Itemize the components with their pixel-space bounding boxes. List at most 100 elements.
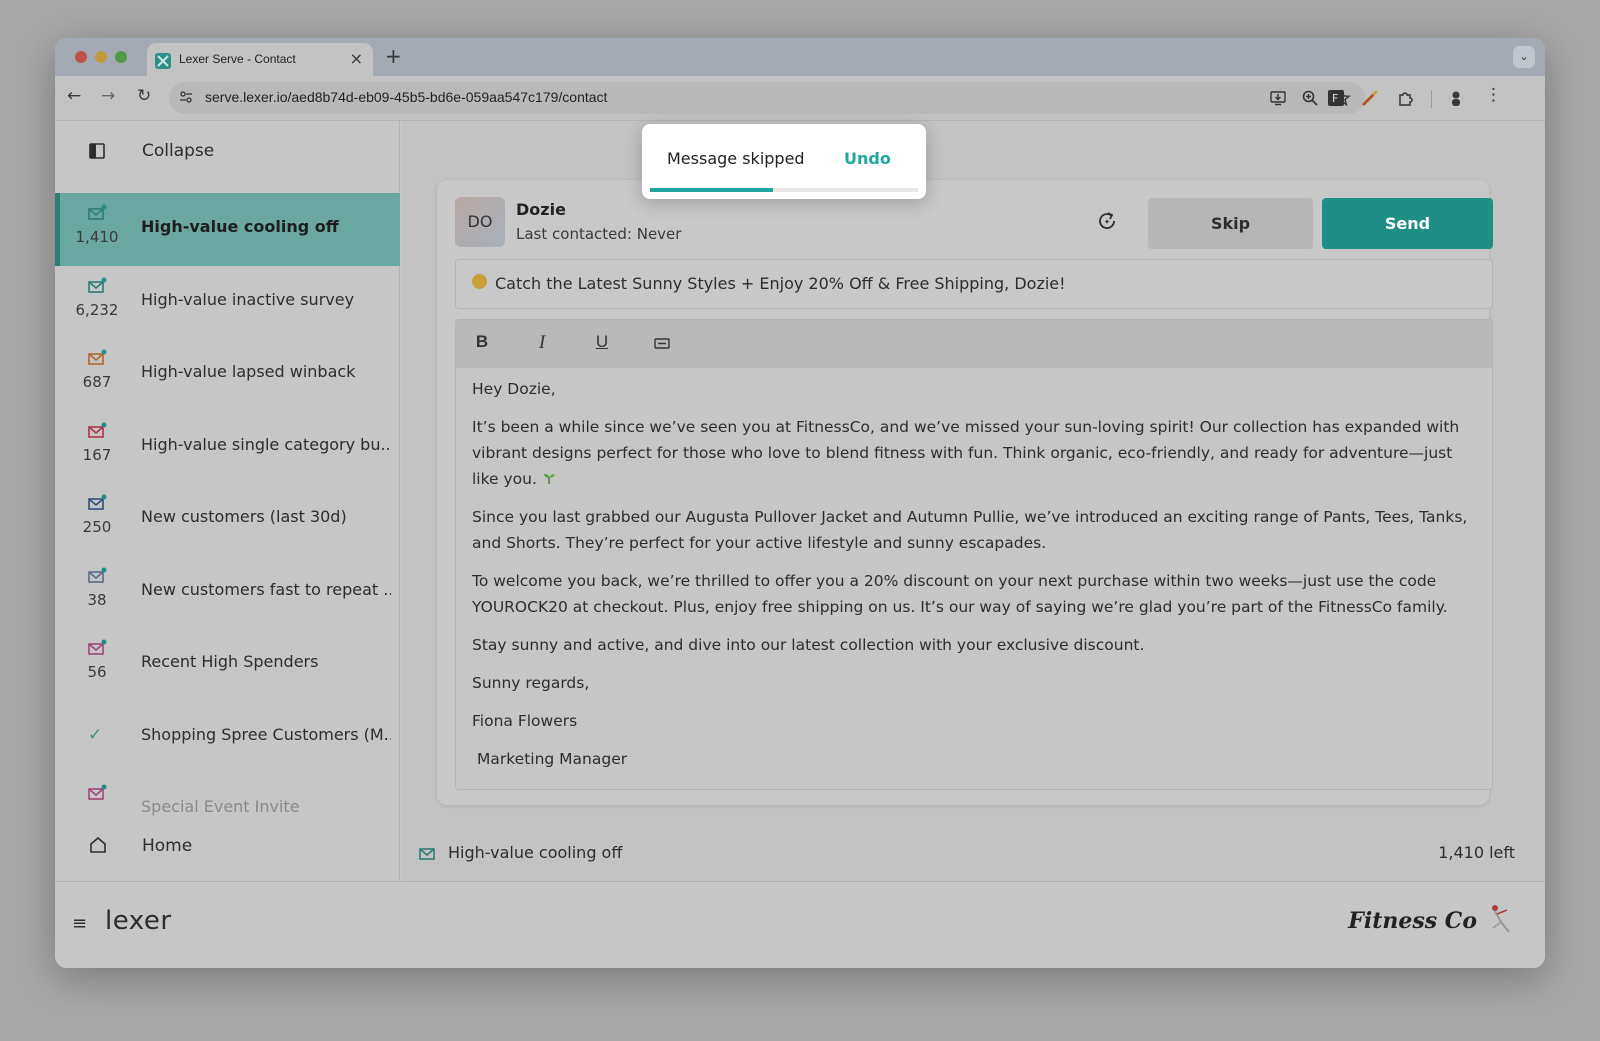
collapse-label: Collapse <box>142 141 215 161</box>
send-button[interactable]: Send <box>1322 198 1493 249</box>
sidebar-item-high-value-inactive-survey[interactable]: 6,232 High-value inactive survey <box>55 266 400 339</box>
toast-progress-fill <box>650 188 774 192</box>
back-arrow-icon[interactable]: ← <box>67 86 81 106</box>
sidebar-item-recent-high-spenders[interactable]: 56 Recent High Spenders <box>55 628 400 701</box>
toast-message: Message skipped <box>667 149 805 168</box>
segment-list: 1,410 High-value cooling off 6,232 High-… <box>55 193 400 846</box>
subject-field[interactable]: Catch the Latest Sunny Styles + Enjoy 20… <box>455 259 1493 309</box>
home-icon <box>90 836 106 853</box>
email-paragraph: Stay sunny and active, and dive into our… <box>472 636 1145 654</box>
last-contacted: Last contacted: Never <box>516 225 682 243</box>
segment-count: 56 <box>87 663 107 681</box>
forward-arrow-icon[interactable]: → <box>101 86 115 106</box>
profile-avatar-icon[interactable] <box>1447 89 1465 107</box>
contact-avatar: DO <box>455 197 505 247</box>
italic-button[interactable]: I <box>530 332 554 356</box>
seedling-emoji-icon <box>543 474 555 484</box>
segment-label: Shopping Spree Customers (M... <box>141 724 391 744</box>
new-tab-button[interactable]: + <box>385 44 402 68</box>
sidebar-item-high-value-single-category[interactable]: 167 High-value single category bu... <box>55 411 400 484</box>
brand-figure-icon <box>1492 905 1510 933</box>
underline-button[interactable]: U <box>590 332 614 356</box>
tab-search-button[interactable]: ⌄ <box>1513 46 1535 68</box>
segment-count: 1,410 <box>75 228 119 246</box>
email-signoff: Sunny regards, <box>472 674 590 692</box>
sidebar: Collapse 1,410 High-value cooling off 6,… <box>55 121 400 881</box>
fitness-co-logo: Fitness Co <box>1348 908 1477 934</box>
segment-label: Special Event Invite <box>141 797 300 816</box>
current-segment-name: High-value cooling off <box>448 843 623 862</box>
pen-extension-icon[interactable] <box>1361 89 1379 107</box>
toast-notification: Message skipped Undo <box>642 124 926 199</box>
mail-icon <box>88 204 107 220</box>
browser-toolbar: ← → ↻ serve.lexer.io/aed8b74d-eb09-45b5-… <box>55 76 1545 121</box>
home-label: Home <box>142 836 193 856</box>
sender-title: Marketing Manager <box>477 750 628 768</box>
mail-icon <box>88 349 107 365</box>
browser-menu-icon[interactable]: ⋮ <box>1485 85 1502 105</box>
extension-f-icon[interactable]: F <box>1327 89 1345 107</box>
undo-button[interactable]: Undo <box>844 149 891 168</box>
clear-format-button[interactable] <box>650 332 674 356</box>
tab-title: Lexer Serve - Contact <box>179 52 296 66</box>
mail-icon <box>419 848 435 860</box>
regenerate-icon[interactable] <box>1096 210 1118 232</box>
address-bar[interactable]: serve.lexer.io/aed8b74d-eb09-45b5-bd6e-0… <box>169 82 1365 114</box>
contact-message-card: DO Dozie Last contacted: Never Skip Send… <box>437 180 1493 805</box>
segment-label: High-value cooling off <box>141 217 339 236</box>
segment-label: High-value single category bu... <box>141 434 391 454</box>
segment-count: 250 <box>82 518 112 536</box>
segment-label: New customers fast to repeat ... <box>141 579 391 599</box>
minimize-window-button[interactable] <box>95 51 107 63</box>
sidebar-item-shopping-spree-customers[interactable]: ✓ Shopping Spree Customers (M... <box>55 701 400 774</box>
email-body[interactable]: Hey Dozie, It’s been a while since we’ve… <box>472 376 1472 784</box>
svg-text:F: F <box>1332 92 1338 105</box>
email-greeting: Hey Dozie, <box>472 380 556 398</box>
segment-label: High-value inactive survey <box>141 289 355 309</box>
sidebar-item-new-customers-fast-to-repeat[interactable]: 38 New customers fast to repeat ... <box>55 556 400 629</box>
formatting-toolbar: B I U <box>456 320 1492 368</box>
close-window-button[interactable] <box>75 51 87 63</box>
bold-button[interactable]: B <box>470 332 494 356</box>
puzzle-extensions-icon[interactable] <box>1397 89 1415 107</box>
smiley-emoji-icon <box>472 274 487 289</box>
url-text[interactable]: serve.lexer.io/aed8b74d-eb09-45b5-bd6e-0… <box>205 89 607 105</box>
email-editor[interactable]: B I U Hey Dozie, It’s been a while since… <box>455 319 1493 790</box>
email-paragraph: It’s been a while since we’ve seen you a… <box>472 418 1460 488</box>
sidebar-item-new-customers-last-30d[interactable]: 250 New customers (last 30d) <box>55 483 400 556</box>
mail-icon <box>88 422 107 438</box>
sender-name: Fiona Flowers <box>472 712 578 730</box>
maximize-window-button[interactable] <box>115 51 127 63</box>
home-nav-button[interactable]: Home <box>55 826 400 866</box>
browser-tab[interactable]: Lexer Serve - Contact × <box>147 43 373 76</box>
skip-button[interactable]: Skip <box>1148 198 1313 249</box>
mail-icon <box>88 567 107 583</box>
segment-count: 6,232 <box>75 300 119 319</box>
reload-icon[interactable]: ↻ <box>137 86 151 106</box>
segment-count: 38 <box>87 590 107 609</box>
collapse-panel-icon <box>89 143 105 159</box>
site-settings-icon[interactable] <box>179 90 193 104</box>
lexer-favicon-icon <box>155 53 171 69</box>
zoom-icon[interactable] <box>1301 89 1319 107</box>
segment-label: High-value lapsed winback <box>141 362 356 381</box>
segment-status-bar: High-value cooling off 1,410 left <box>401 827 1545 881</box>
mail-icon <box>88 277 107 293</box>
remaining-count: 1,410 left <box>1438 843 1515 862</box>
sidebar-item-high-value-cooling-off[interactable]: 1,410 High-value cooling off <box>55 193 400 266</box>
sidebar-item-high-value-lapsed-winback[interactable]: 687 High-value lapsed winback <box>55 338 400 411</box>
toast-progress-track <box>650 188 918 192</box>
subject-text: Catch the Latest Sunny Styles + Enjoy 20… <box>495 274 1066 293</box>
install-app-icon[interactable] <box>1269 89 1287 107</box>
segment-label: Recent High Spenders <box>141 652 319 671</box>
segment-count: 167 <box>82 445 112 464</box>
email-paragraph: Since you last grabbed our Augusta Pullo… <box>472 508 1468 552</box>
collapse-button[interactable]: Collapse <box>55 121 400 191</box>
check-icon: ✓ <box>88 724 103 745</box>
tab-close-icon[interactable]: × <box>350 49 363 68</box>
contact-name: Dozie <box>516 200 566 219</box>
segment-count: 687 <box>82 373 112 391</box>
mail-icon <box>88 639 107 655</box>
mail-icon <box>88 494 107 510</box>
hamburger-menu-icon[interactable]: ≡ <box>72 913 87 934</box>
